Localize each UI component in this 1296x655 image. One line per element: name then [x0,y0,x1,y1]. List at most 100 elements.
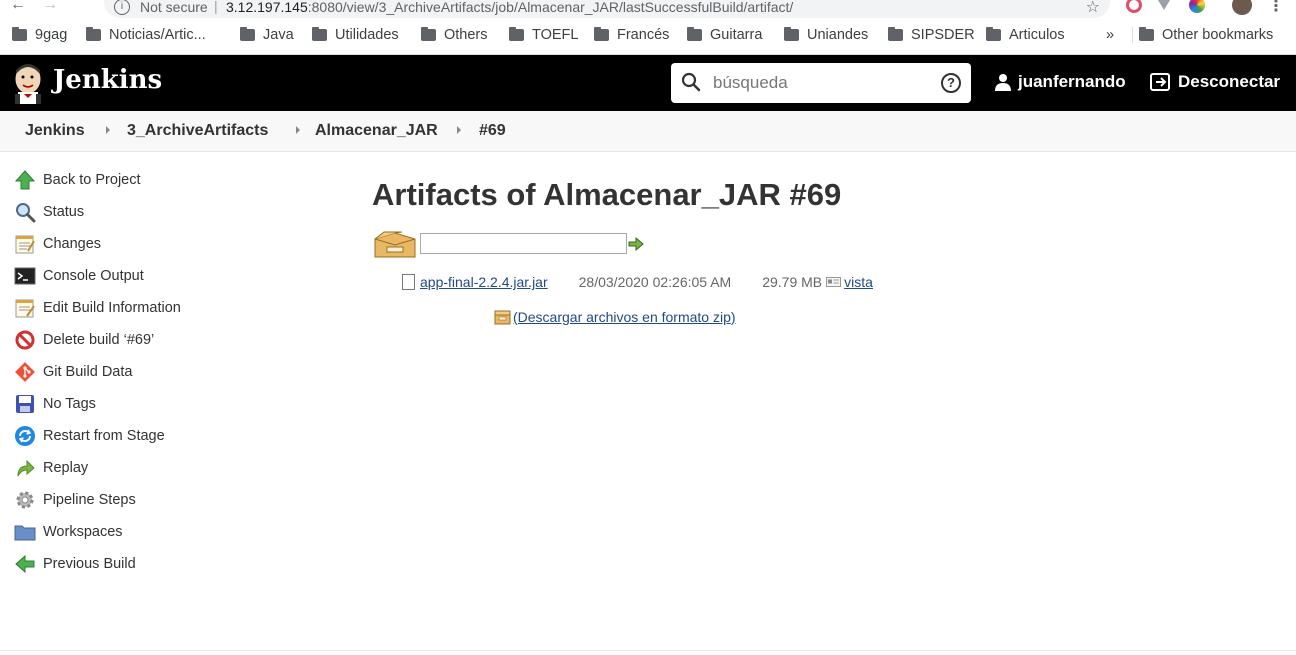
bookmark-articulos[interactable]: Articulos [986,27,1065,43]
not-secure-label: Not secure [140,0,208,15]
browser-toolbar: ← → i Not secure | 3.12.197.145:8080/vie… [0,0,1296,18]
git-icon [15,362,35,382]
zip-download[interactable]: (Descargar archivos en formato zip) [494,309,736,325]
bookmark-uniandes[interactable]: Uniandes [784,27,868,43]
footer-divider [0,650,1296,651]
breadcrumb-chevron-icon[interactable] [106,126,110,134]
side-item-changes[interactable]: Changes [14,232,101,256]
left-arrow-icon [15,554,35,574]
extension-filter-icon[interactable] [1158,0,1170,10]
breadcrumb-build[interactable]: #69 [479,122,506,140]
color-wheel-icon[interactable] [1189,0,1205,13]
menu-dots-icon[interactable]: ⋮ [1268,0,1284,16]
folder-icon [12,27,27,41]
side-item-delete-build[interactable]: Delete build ‘#69’ [14,328,154,352]
logout-label: Desconectar [1178,72,1281,91]
search-icon [681,72,701,92]
forward-arrow-icon[interactable]: → [42,0,58,14]
bookmarks-bar: 9gag Noticias/Artic... Java Utilidades O… [0,18,1296,55]
folder-icon [888,27,903,41]
folder-icon [594,27,609,41]
save-icon [16,395,34,413]
search-box: ? [671,63,971,103]
folder-icon [240,27,255,41]
side-item-status[interactable]: Status [14,200,84,224]
back-arrow-icon[interactable]: ← [10,0,26,14]
folder-icon [986,27,1001,41]
help-icon[interactable]: ? [941,73,961,93]
logout-icon [1150,73,1170,91]
go-arrow-icon[interactable] [628,237,644,251]
view-fingerprint-icon [826,277,842,287]
side-item-replay[interactable]: Replay [14,456,88,480]
folder-icon [1139,27,1154,41]
side-item-no-tags[interactable]: No Tags [14,392,96,416]
zip-download-link[interactable]: (Descargar archivos en formato zip) [513,309,736,325]
url-text: 3.12.197.145:8080/view/3_ArchiveArtifact… [226,0,794,15]
bookmark-utilidades[interactable]: Utilidades [312,27,399,43]
folder-icon [86,27,101,41]
artifact-row: app-final-2.2.4.jar.jar 28/03/2020 02:26… [401,272,873,292]
magnifier-icon [16,203,36,223]
package-box-icon [374,231,416,258]
bookmark-noticias[interactable]: Noticias/Artic... [86,27,206,43]
jenkins-title[interactable]: Jenkins [53,65,162,95]
replay-arrow-icon [17,459,35,477]
bookmark-guitarra[interactable]: Guitarra [687,27,762,43]
bookmark-frances[interactable]: Francés [594,27,669,43]
terminal-icon [14,267,36,285]
bookmark-sipsder[interactable]: SIPSDER [888,27,975,43]
side-item-pipeline-steps[interactable]: Pipeline Steps [14,488,136,512]
artifact-link[interactable]: app-final-2.2.4.jar.jar [420,274,548,290]
page-title: Artifacts of Almacenar_JAR #69 [372,177,842,212]
notepad-icon [15,235,35,254]
folder-icon [784,27,799,41]
up-arrow-icon [14,170,36,190]
extension-icon[interactable] [1126,0,1142,13]
profile-avatar[interactable] [1232,0,1252,15]
side-item-previous-build[interactable]: Previous Build [14,552,136,576]
breadcrumb-jenkins[interactable]: Jenkins [25,122,85,140]
restart-icon [15,426,35,446]
search-input[interactable] [713,72,923,94]
folder-icon [14,525,36,541]
side-item-workspaces[interactable]: Workspaces [14,520,123,544]
address-bar[interactable]: i Not secure | 3.12.197.145:8080/view/3_… [104,0,1110,18]
folder-icon [421,27,436,41]
breadcrumb-chevron-icon[interactable] [457,126,461,134]
bookmark-others[interactable]: Others [421,27,488,43]
zip-box-icon [494,310,511,324]
folder-icon [312,27,327,41]
no-entry-icon [15,330,35,350]
breadcrumb-view[interactable]: 3_ArchiveArtifacts [127,122,268,140]
bookmarks-overflow-button[interactable]: » [1106,27,1114,43]
artifact-filter-input[interactable] [420,233,627,254]
view-link[interactable]: vista [844,274,873,290]
gear-icon [16,491,34,509]
side-item-console-output[interactable]: Console Output [14,264,144,288]
username: juanfernando [1018,72,1126,91]
jenkins-header: Jenkins ? juanfernando Desconectar [0,55,1296,111]
info-icon[interactable]: i [114,0,130,15]
side-item-edit-build-information[interactable]: Edit Build Information [14,296,181,320]
folder-icon [687,27,702,41]
jenkins-butler-logo[interactable] [12,62,44,104]
bookmark-star-icon[interactable]: ☆ [1086,0,1100,17]
logout-link[interactable]: Desconectar [1150,72,1280,92]
artifact-date: 28/03/2020 02:26:05 AM [578,274,732,290]
side-item-restart-from-stage[interactable]: Restart from Stage [14,424,165,448]
other-bookmarks[interactable]: Other bookmarks [1132,27,1273,43]
bookmark-java[interactable]: Java [240,27,294,43]
user-icon [995,74,1011,91]
breadcrumb: Jenkins 3_ArchiveArtifacts Almacenar_JAR… [0,111,1296,152]
bookmark-9gag[interactable]: 9gag [12,27,67,43]
side-item-git-build-data[interactable]: Git Build Data [14,360,132,384]
artifact-size: 29.79 MB [762,274,823,290]
bookmark-toefl[interactable]: TOEFL [509,27,578,43]
side-item-back-to-project[interactable]: Back to Project [14,168,141,192]
user-link[interactable]: juanfernando [994,72,1126,92]
breadcrumb-chevron-icon[interactable] [296,126,300,134]
notepad-edit-icon [15,299,35,318]
folder-icon [509,27,524,41]
breadcrumb-job[interactable]: Almacenar_JAR [315,122,438,140]
